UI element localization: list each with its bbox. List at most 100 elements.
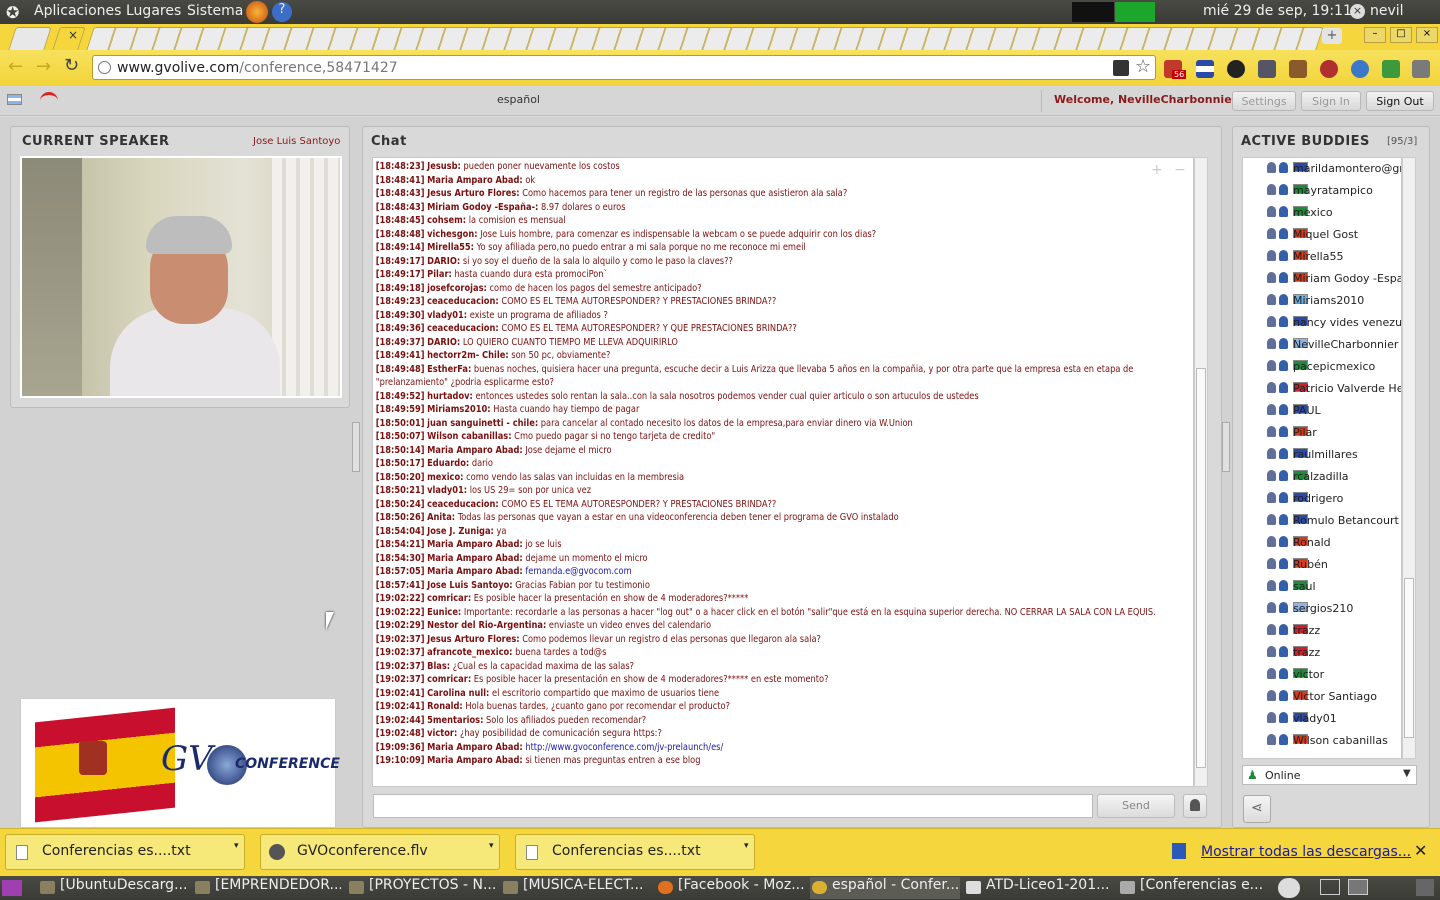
download-item-3[interactable]: Conferencias es....txt ▾ — [515, 834, 755, 870]
language-label[interactable]: español — [497, 93, 540, 106]
zoom-in-icon[interactable]: + — [1151, 162, 1163, 178]
buddy-row[interactable]: trazz — [1243, 620, 1401, 642]
buddy-row[interactable]: pacepicmexico — [1243, 356, 1401, 378]
minimize-button[interactable]: – — [1364, 27, 1386, 43]
buddy-row[interactable]: Wilson cabanillas — [1243, 730, 1401, 752]
buddy-row[interactable]: nancy vides venezuel — [1243, 312, 1401, 334]
download-menu-icon[interactable]: ▾ — [489, 841, 494, 851]
status-dropdown[interactable]: ♟ Online ▼ — [1242, 765, 1417, 785]
buddy-row[interactable]: victor — [1243, 664, 1401, 686]
task-item-8[interactable]: [Conferencias e... — [1118, 877, 1268, 899]
zoom-out-icon[interactable]: − — [1174, 162, 1186, 178]
chat-input[interactable] — [373, 794, 1093, 818]
close-window-button[interactable]: × — [1416, 27, 1438, 43]
wrench-menu-icon[interactable] — [1412, 60, 1430, 78]
page-info-icon[interactable] — [98, 61, 111, 74]
extension-camera-icon[interactable] — [1258, 60, 1276, 78]
notification-bell-button[interactable] — [1183, 794, 1207, 818]
close-tab-icon[interactable]: × — [68, 28, 78, 42]
close-downloads-icon[interactable]: ✕ — [1414, 841, 1427, 860]
menu-sistema[interactable]: Sistema — [187, 3, 243, 19]
sign-in-button[interactable]: Sign In — [1301, 91, 1361, 111]
extension-green-icon[interactable] — [1382, 60, 1400, 78]
firefox-icon[interactable] — [246, 1, 268, 23]
speaker-video[interactable] — [20, 156, 342, 398]
workspace-2-icon[interactable] — [1348, 879, 1368, 895]
new-tab-button[interactable]: + — [1322, 28, 1342, 44]
chat-scrollbar[interactable] — [1194, 157, 1208, 787]
buddy-scrollbar[interactable] — [1402, 157, 1416, 759]
workspace-1-icon[interactable] — [1320, 879, 1340, 895]
signal-icon[interactable] — [40, 92, 58, 106]
buddy-row[interactable]: vlady01 — [1243, 708, 1401, 730]
trash-icon[interactable] — [1416, 879, 1434, 896]
maximize-button[interactable]: □ — [1390, 27, 1412, 43]
reload-icon[interactable]: ↻ — [64, 55, 79, 76]
task-item-2[interactable]: [EMPRENDEDOR... — [193, 877, 341, 899]
task-item-5[interactable]: [Facebook - Moz... — [656, 877, 804, 899]
share-button[interactable]: ⋖ — [1243, 795, 1271, 823]
back-icon[interactable]: ← — [8, 56, 23, 77]
buddy-list[interactable]: marildamontero@gma mayratampico mexico Miqu… — [1242, 157, 1402, 759]
address-bar[interactable]: www.gvolive.com/conference,58471427 ☆ — [92, 55, 1156, 80]
buddy-row[interactable]: Mirella55 — [1243, 246, 1401, 268]
task-item-6-active[interactable]: español - Confer... — [810, 877, 960, 899]
task-item-4[interactable]: [MUSICA-ELECT... — [501, 877, 649, 899]
chrome-tray-icon[interactable] — [1278, 878, 1300, 898]
buddy-row[interactable]: mexico — [1243, 202, 1401, 224]
settings-button[interactable]: Settings — [1232, 91, 1296, 111]
buddy-row[interactable]: Ronald — [1243, 532, 1401, 554]
tab-row[interactable] — [86, 27, 1324, 50]
buddy-row[interactable]: saul — [1243, 576, 1401, 598]
chat-log[interactable]: [18:48:23] Jesusb: pueden poner nuevamen… — [372, 157, 1194, 787]
buddy-row[interactable]: Miriams2010 — [1243, 290, 1401, 312]
ubuntu-logo-icon[interactable]: ✪ — [6, 3, 19, 22]
extension-circle-icon[interactable] — [1227, 60, 1245, 78]
buddy-row[interactable]: NevilleCharbonnier — [1243, 334, 1401, 356]
buddy-row[interactable]: rodrigero — [1243, 488, 1401, 510]
collapse-right-handle[interactable] — [1222, 422, 1230, 472]
extension-seo-icon[interactable] — [1351, 60, 1369, 78]
user-status-icon[interactable]: × — [1350, 4, 1365, 19]
send-button[interactable]: Send — [1097, 794, 1175, 818]
download-menu-icon[interactable]: ▾ — [744, 841, 749, 851]
browser-tab[interactable] — [8, 27, 52, 50]
buddy-row[interactable]: trazz — [1243, 642, 1401, 664]
buddy-row[interactable]: raulmillares — [1243, 444, 1401, 466]
buddy-row[interactable]: PAUL — [1243, 400, 1401, 422]
buddy-row[interactable]: mayratampico — [1243, 180, 1401, 202]
message-link[interactable]: http://www.gvoconference.com/jv-prelaunc… — [525, 742, 723, 753]
sign-out-button[interactable]: Sign Out — [1366, 91, 1434, 111]
extension-basket-icon[interactable] — [1289, 60, 1307, 78]
clock[interactable]: mié 29 de sep, 19:11 — [1203, 3, 1352, 19]
buddy-row[interactable]: rcalzadilla — [1243, 466, 1401, 488]
extension-vote-icon[interactable] — [1320, 60, 1338, 78]
show-all-downloads-link[interactable]: Mostrar todas las descargas... — [1201, 844, 1411, 860]
country-flag-icon[interactable] — [7, 94, 22, 105]
buddy-row[interactable]: Miriam Godoy -España — [1243, 268, 1401, 290]
download-menu-icon[interactable]: ▾ — [234, 841, 239, 851]
bookmark-star-icon[interactable]: ☆ — [1135, 56, 1151, 77]
buddy-row[interactable]: Victor Santiago — [1243, 686, 1401, 708]
show-desktop-icon[interactable] — [2, 880, 22, 896]
collapse-left-handle[interactable] — [352, 422, 360, 472]
buddy-row[interactable]: Patricio Valverde Hev — [1243, 378, 1401, 400]
task-item-3[interactable]: [PROYECTOS - N... — [347, 877, 495, 899]
download-item-2[interactable]: GVOconference.flv ▾ — [260, 834, 500, 870]
buddy-row[interactable]: Romulo Betancourt V — [1243, 510, 1401, 532]
task-item-7[interactable]: ATD-Liceo1-201... — [964, 877, 1112, 899]
buddy-row[interactable]: Rubén — [1243, 554, 1401, 576]
menu-aplicaciones[interactable]: Aplicaciones — [34, 3, 121, 19]
chat-scrollbar-thumb[interactable] — [1196, 368, 1206, 768]
task-item-1[interactable]: [UbuntuDescarg... — [38, 877, 186, 899]
page-action-icon[interactable] — [1113, 60, 1129, 76]
username[interactable]: nevil — [1370, 3, 1404, 19]
buddy-row[interactable]: Miquel Gost — [1243, 224, 1401, 246]
buddy-row[interactable]: sergios210 — [1243, 598, 1401, 620]
buddy-row[interactable]: marildamontero@gma — [1243, 158, 1401, 180]
menu-lugares[interactable]: Lugares — [126, 3, 181, 19]
message-link[interactable]: fernanda.e@gvocom.com — [525, 566, 631, 577]
buddy-scrollbar-thumb[interactable] — [1404, 578, 1414, 738]
extension-flag-icon[interactable] — [1196, 60, 1214, 78]
forward-icon[interactable]: → — [36, 56, 51, 77]
